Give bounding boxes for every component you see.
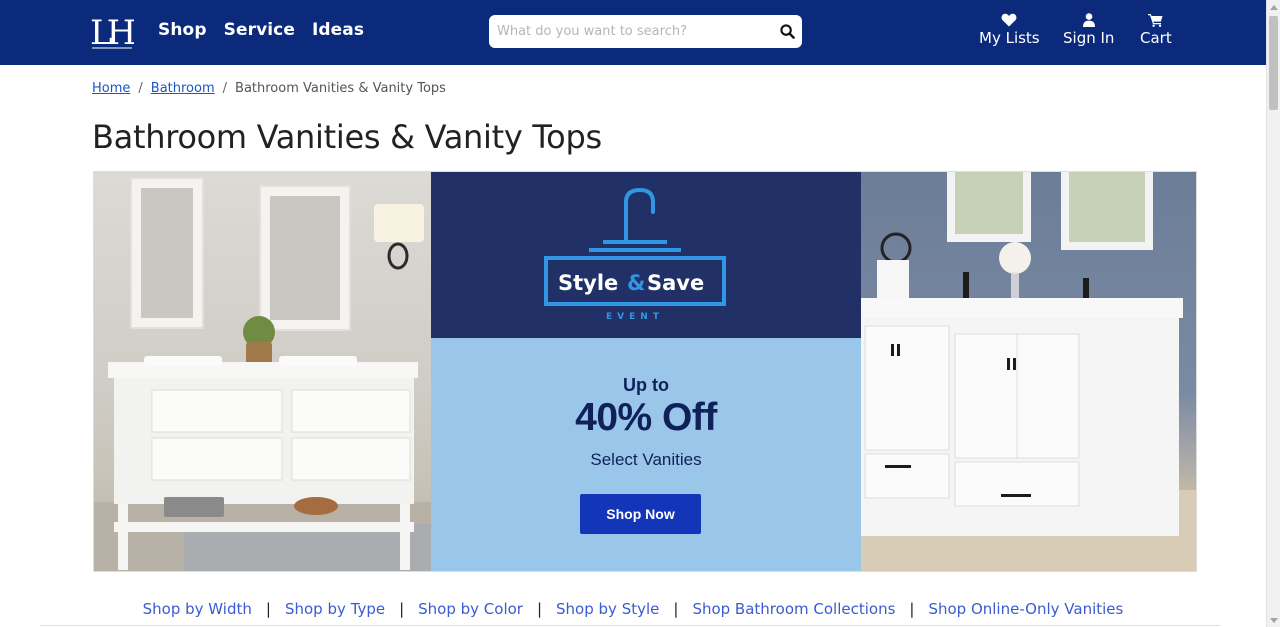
link-shop-online-only-vanities[interactable]: Shop Online-Only Vanities — [928, 600, 1123, 618]
category-links: Shop by Width | Shop by Type | Shop by C… — [0, 600, 1266, 618]
promo-subtitle: Select Vanities — [590, 450, 702, 469]
heart-icon — [1001, 13, 1017, 27]
vanity-illustration-left — [94, 177, 431, 571]
svg-text:&: & — [627, 271, 645, 295]
promo-discount: 40% Off — [575, 396, 717, 439]
svg-text:Style: Style — [558, 271, 618, 295]
scroll-thumb[interactable] — [1269, 16, 1278, 110]
cart-button[interactable]: Cart — [1140, 13, 1172, 47]
breadcrumb-separator: / — [138, 81, 143, 96]
shop-now-button[interactable]: Shop Now — [580, 494, 701, 534]
svg-text:Save: Save — [647, 271, 704, 295]
my-lists-label: My Lists — [979, 29, 1040, 47]
my-lists-button[interactable]: My Lists — [979, 13, 1040, 47]
link-shop-by-width[interactable]: Shop by Width — [143, 600, 252, 618]
promo-offer: Up to 40% Off Select Vanities Shop Now — [431, 338, 861, 571]
breadcrumb-separator: / — [222, 81, 228, 96]
breadcrumb-current: Bathroom Vanities & Vanity Tops — [235, 81, 446, 96]
header-actions: My Lists Sign In Cart — [0, 13, 1266, 53]
style-save-logo: Style & Save EVENT — [544, 187, 726, 322]
breadcrumb-bathroom[interactable]: Bathroom — [151, 81, 215, 96]
divider — [40, 625, 1220, 626]
link-separator: | — [536, 600, 543, 618]
breadcrumb-home[interactable]: Home — [92, 81, 130, 96]
link-shop-by-type[interactable]: Shop by Type — [285, 600, 385, 618]
vanity-illustration-right — [861, 172, 1196, 571]
link-shop-by-color[interactable]: Shop by Color — [418, 600, 523, 618]
link-separator: | — [909, 600, 915, 618]
link-separator: | — [265, 600, 271, 618]
scroll-up-arrow[interactable] — [1267, 0, 1280, 14]
promo-banner[interactable]: Style & Save EVENT Up to 40% Off Select … — [93, 171, 1197, 572]
page-title: Bathroom Vanities & Vanity Tops — [92, 118, 602, 156]
chevron-down-icon — [1270, 617, 1278, 623]
svg-text:EVENT: EVENT — [606, 312, 664, 322]
promo-event-header: Style & Save EVENT — [431, 172, 861, 338]
cart-icon — [1148, 14, 1163, 27]
breadcrumb: Home / Bathroom / Bathroom Vanities & Va… — [92, 81, 446, 96]
cart-label: Cart — [1140, 29, 1172, 47]
link-separator: | — [399, 600, 405, 618]
user-icon — [1082, 13, 1095, 27]
link-shop-by-style[interactable]: Shop by Style — [556, 600, 659, 618]
vanity-photo-left — [94, 172, 431, 571]
sign-in-button[interactable]: Sign In — [1063, 13, 1114, 47]
sign-in-label: Sign In — [1063, 29, 1115, 47]
promo-upto-text: Up to — [623, 375, 669, 395]
link-separator: | — [673, 600, 679, 618]
vanity-photo-right — [861, 172, 1196, 571]
link-shop-bathroom-collections[interactable]: Shop Bathroom Collections — [692, 600, 895, 618]
scroll-down-arrow[interactable] — [1267, 613, 1280, 627]
page-scrollbar[interactable] — [1266, 0, 1280, 627]
chevron-up-icon — [1270, 4, 1278, 10]
